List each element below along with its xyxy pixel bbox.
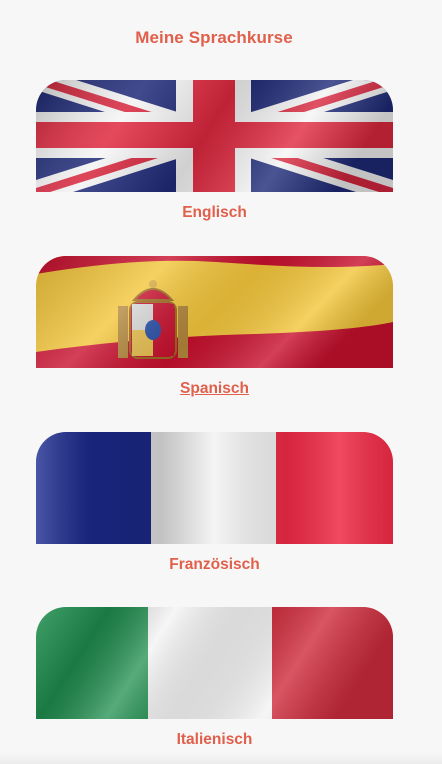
course-label-italian[interactable]: Italienisch [36, 731, 393, 749]
course-label-french[interactable]: Französisch [36, 556, 393, 574]
uk-flag-icon[interactable] [36, 80, 393, 192]
course-card-italian[interactable]: Italienisch [36, 607, 393, 749]
bottom-fade [0, 752, 442, 764]
course-card-spanish[interactable]: Spanisch [36, 256, 393, 398]
france-flag-icon[interactable] [36, 432, 393, 544]
course-card-french[interactable]: Französisch [36, 432, 393, 574]
course-card-english[interactable]: Englisch [36, 80, 393, 222]
italy-flag-icon[interactable] [36, 607, 393, 719]
spain-flag-icon[interactable] [36, 256, 393, 368]
page-title: Meine Sprachkurse [135, 28, 293, 47]
course-label-english[interactable]: Englisch [36, 204, 393, 222]
course-label-spanish[interactable]: Spanisch [36, 380, 393, 398]
